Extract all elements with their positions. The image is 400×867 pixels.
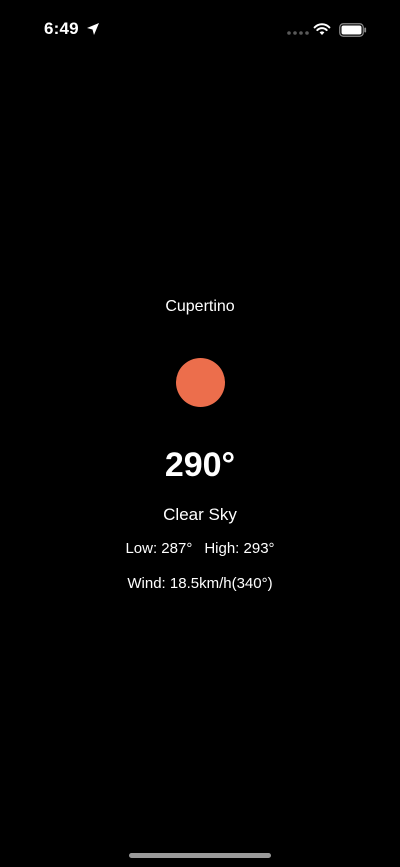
city-name: Cupertino [165, 298, 235, 315]
wifi-icon [313, 23, 331, 35]
status-time: 6:49 [44, 19, 79, 38]
weather-condition: Clear Sky [163, 505, 237, 524]
cellular-signal-icon [287, 31, 309, 35]
home-indicator[interactable] [129, 853, 271, 858]
low-high-temperatures: Low: 287° High: 293° [0, 540, 400, 557]
current-temperature: 290° [164, 446, 236, 484]
sun-icon [176, 358, 225, 407]
low-temperature: Low: 287° [125, 540, 193, 557]
location-arrow-icon [87, 23, 99, 35]
wind-info: Wind: 18.5km/h(340°) [127, 575, 273, 592]
high-temperature: High: 293° [204, 540, 275, 557]
status-bar: 6:49 [0, 0, 400, 60]
battery-icon [339, 23, 367, 37]
